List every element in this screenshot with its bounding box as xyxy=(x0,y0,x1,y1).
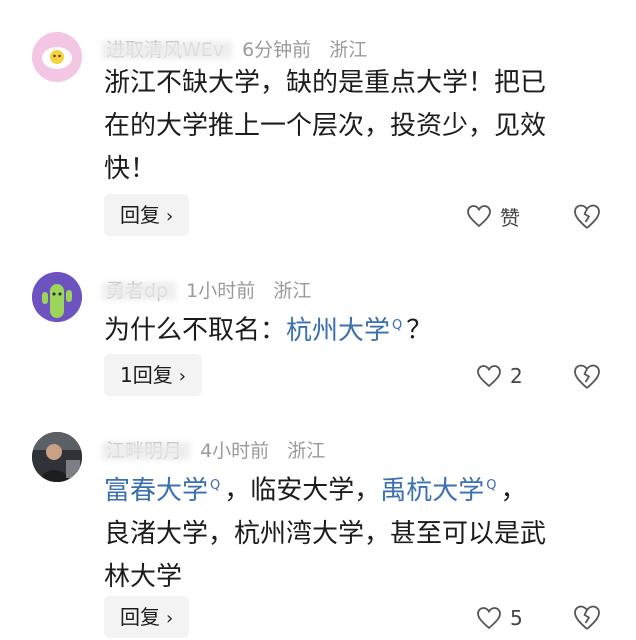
comment-text: 富春大学 Q ，临安大学，禹杭大学 Q， 良渚大学，杭州湾大学，甚至可以是武 林大学 xyxy=(104,464,604,599)
like-count: 2 xyxy=(510,364,523,388)
comment-text-prefix: 为什么不取名： xyxy=(104,315,287,346)
chevron-right-icon: › xyxy=(178,366,186,387)
search-icon: Q xyxy=(486,478,497,493)
avatar-egg-icon xyxy=(32,32,82,82)
comment-text: 浙江不缺大学，缺的是重点大学！把已 在的大学推上一个层次，投资少，见效 快！ xyxy=(104,62,604,191)
reply-label: 回复 xyxy=(120,203,160,227)
like-button[interactable]: 赞 xyxy=(466,199,520,233)
comment-meta: 江畔明月 4小时前 浙江 xyxy=(106,436,337,463)
comment-text-segment: ， xyxy=(500,475,527,506)
comment-meta: 勇者dp 1小时前 浙江 xyxy=(106,276,323,303)
avatar-cactus-icon xyxy=(32,272,82,322)
comment-text-suffix: ？ xyxy=(406,315,433,346)
username[interactable]: 江畔明月 xyxy=(106,440,182,462)
search-link[interactable]: 富春大学 Q xyxy=(104,476,224,506)
comment-line: 良渚大学，杭州湾大学，甚至可以是武 xyxy=(104,518,547,549)
comment-text-segment: ，临安大学， xyxy=(224,475,381,506)
comment-time: 1小时前 xyxy=(186,280,256,302)
broken-heart-icon[interactable] xyxy=(572,201,602,231)
comment-meta: 进取清风WEv 6分钟前 浙江 xyxy=(106,35,379,62)
username[interactable]: 进取清风WEv xyxy=(106,39,224,61)
like-label: 赞 xyxy=(500,205,520,230)
comment-time: 4小时前 xyxy=(200,440,270,462)
comment-location: 浙江 xyxy=(273,280,312,302)
comment-location: 浙江 xyxy=(329,39,368,61)
avatar[interactable] xyxy=(32,432,82,482)
search-link-text: 富春大学 xyxy=(104,475,209,506)
comment-location: 浙江 xyxy=(287,440,326,462)
username[interactable]: 勇者dp xyxy=(106,280,168,302)
search-icon: Q xyxy=(392,318,403,333)
chevron-right-icon: › xyxy=(166,206,174,227)
avatar[interactable] xyxy=(32,272,82,322)
like-button[interactable]: 5 xyxy=(476,601,523,635)
comment-time: 6分钟前 xyxy=(242,39,312,61)
search-icon: Q xyxy=(210,478,221,493)
reply-button[interactable]: 回复 › xyxy=(104,194,190,236)
comment-line: 林大学 xyxy=(104,561,183,592)
avatar[interactable] xyxy=(32,32,82,82)
avatar-photo-icon xyxy=(32,432,82,482)
search-link-text: 禹杭大学 xyxy=(380,475,485,506)
broken-heart-icon[interactable] xyxy=(572,602,602,632)
search-link-text: 杭州大学 xyxy=(286,315,391,346)
like-count: 5 xyxy=(510,606,523,630)
reply-button[interactable]: 回复 › xyxy=(104,596,190,638)
reply-label: 回复 xyxy=(120,605,160,629)
broken-heart-icon[interactable] xyxy=(572,361,602,391)
search-link[interactable]: 禹杭大学 Q xyxy=(380,476,500,506)
comment-line: 浙江不缺大学，缺的是重点大学！把已 xyxy=(104,68,547,98)
heart-icon xyxy=(477,607,501,630)
comment-line: 富春大学 Q ，临安大学，禹杭大学 Q， xyxy=(104,464,604,513)
reply-button[interactable]: 1回复 › xyxy=(104,354,202,396)
like-button[interactable]: 2 xyxy=(476,359,523,393)
search-link[interactable]: 杭州大学 Q xyxy=(286,316,406,346)
comment-text: 为什么不取名：杭州大学 Q？ xyxy=(104,304,604,353)
comment-line: 快！ xyxy=(104,154,157,184)
reply-label: 1回复 xyxy=(120,363,173,387)
heart-icon xyxy=(477,365,501,388)
comment-line: 在的大学推上一个层次，投资少，见效 xyxy=(104,111,547,141)
heart-icon xyxy=(467,205,491,228)
